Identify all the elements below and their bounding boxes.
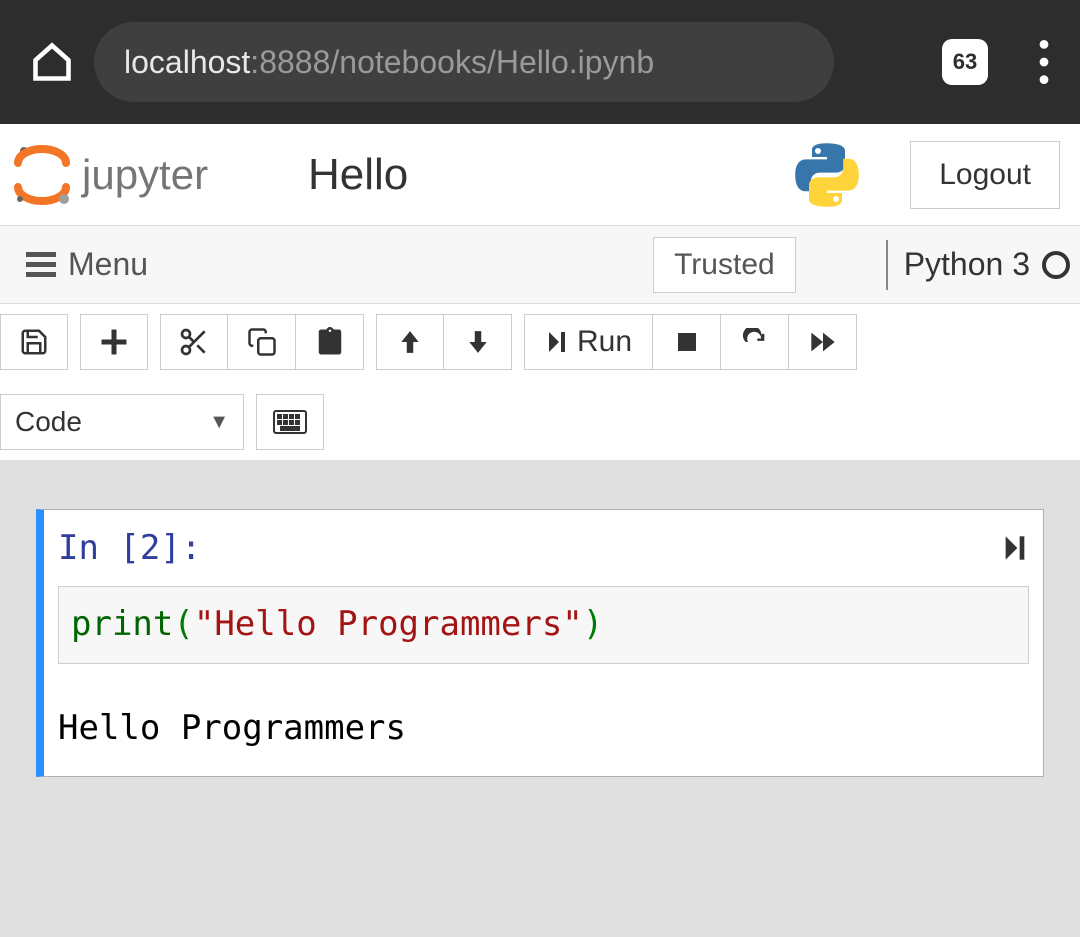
notebook-area: In [2]: print("Hello Programmers") Hello…: [0, 461, 1080, 825]
url-bar[interactable]: localhost:8888/notebooks/Hello.ipynb: [94, 22, 834, 102]
interrupt-button[interactable]: [653, 314, 721, 370]
save-button[interactable]: [0, 314, 68, 370]
scissors-icon: [178, 326, 210, 358]
menu-button[interactable]: Menu: [10, 238, 164, 291]
cell-run-button[interactable]: [1001, 532, 1029, 564]
save-icon: [19, 327, 49, 357]
jupyter-logo[interactable]: jupyter: [10, 143, 268, 207]
kernel-name: Python 3: [904, 246, 1030, 283]
kernel-indicator[interactable]: Python 3: [886, 240, 1070, 290]
restart-run-all-button[interactable]: [789, 314, 857, 370]
trusted-badge[interactable]: Trusted: [653, 237, 796, 293]
token-paren-open: (: [173, 604, 193, 644]
arrow-down-icon: [465, 329, 491, 355]
jupyter-header: jupyter Hello Logout: [0, 124, 1080, 226]
logout-button[interactable]: Logout: [910, 141, 1060, 209]
insert-cell-button[interactable]: [80, 314, 148, 370]
cell-output: Hello Programmers: [58, 664, 1029, 748]
toolbar: Run Code ▼: [0, 304, 1080, 461]
code-cell[interactable]: In [2]: print("Hello Programmers") Hello…: [36, 509, 1044, 777]
python-logo-icon: [794, 142, 860, 208]
arrow-up-icon: [397, 329, 423, 355]
restart-button[interactable]: [721, 314, 789, 370]
url-host: localhost: [124, 44, 250, 81]
token-function: print: [71, 604, 173, 644]
copy-button[interactable]: [228, 314, 296, 370]
url-path: :8888/notebooks/Hello.ipynb: [250, 44, 654, 81]
run-icon: [545, 328, 569, 356]
command-palette-button[interactable]: [256, 394, 324, 450]
cell-type-value: Code: [15, 406, 82, 438]
hamburger-icon: [26, 252, 56, 278]
code-input[interactable]: print("Hello Programmers"): [58, 586, 1029, 664]
notebook-title[interactable]: Hello: [308, 150, 408, 200]
move-down-button[interactable]: [444, 314, 512, 370]
svg-text:jupyter: jupyter: [80, 151, 208, 198]
cell-type-select[interactable]: Code ▼: [0, 394, 244, 450]
menu-bar: Menu Trusted Python 3: [0, 226, 1080, 304]
copy-icon: [247, 327, 277, 357]
plus-icon: [99, 327, 129, 357]
home-icon[interactable]: [30, 40, 74, 84]
run-label: Run: [577, 325, 632, 359]
menu-label: Menu: [68, 246, 148, 283]
tab-count-badge[interactable]: 63: [942, 39, 988, 85]
cut-button[interactable]: [160, 314, 228, 370]
token-string: "Hello Programmers": [194, 604, 583, 644]
run-cell-icon: [1001, 532, 1029, 564]
paste-button[interactable]: [296, 314, 364, 370]
fast-forward-icon: [808, 328, 838, 356]
chevron-down-icon: ▼: [209, 411, 229, 434]
stop-icon: [675, 330, 699, 354]
cell-prompt: In [2]:: [58, 528, 201, 568]
restart-icon: [741, 328, 769, 356]
kernel-status-icon: [1042, 251, 1070, 279]
move-up-button[interactable]: [376, 314, 444, 370]
run-button[interactable]: Run: [524, 314, 653, 370]
paste-icon: [315, 327, 345, 357]
token-paren-close: ): [583, 604, 603, 644]
menu-dots-icon[interactable]: [1038, 40, 1050, 84]
keyboard-icon: [273, 410, 307, 434]
browser-bar: localhost:8888/notebooks/Hello.ipynb 63: [0, 0, 1080, 124]
